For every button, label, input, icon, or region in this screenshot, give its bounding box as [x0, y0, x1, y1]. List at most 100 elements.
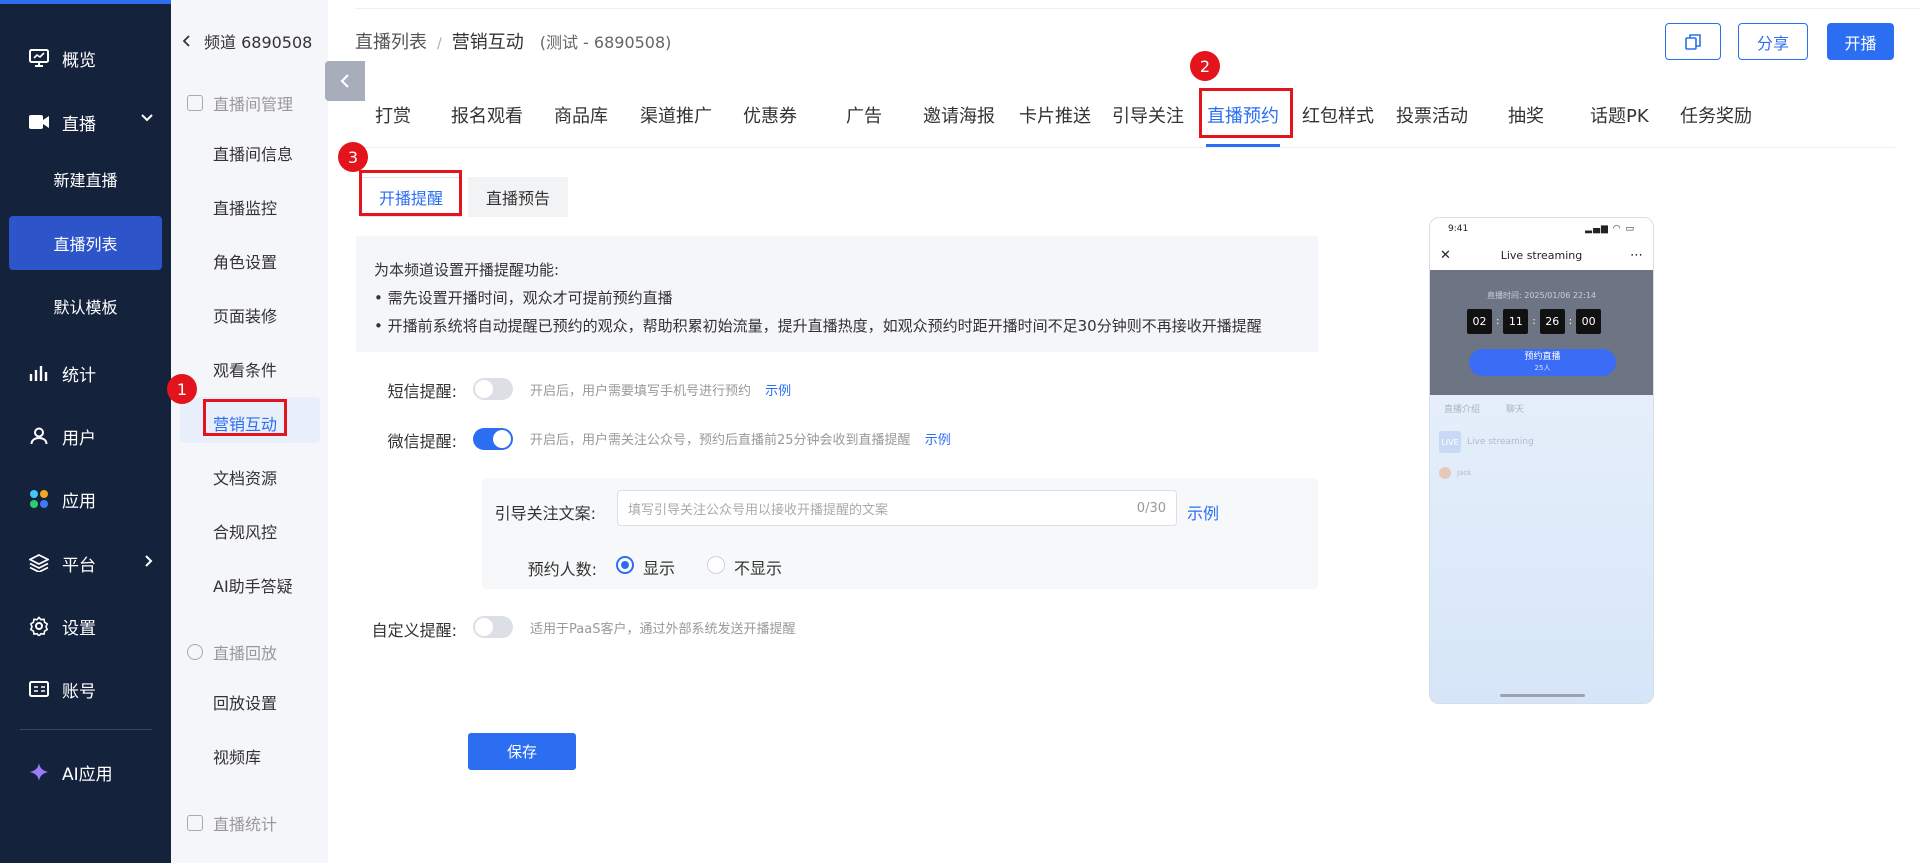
side-item-room-info[interactable]: 直播间信息: [213, 141, 293, 165]
nav-item-live[interactable]: 直播: [0, 95, 171, 149]
nav-divider: [20, 729, 152, 730]
nav-label: 应用: [62, 491, 96, 512]
nav-item-platform[interactable]: 平台: [0, 536, 171, 590]
guide-example-link[interactable]: 示例: [1187, 500, 1219, 524]
tab-redpacket[interactable]: 红包样式: [1302, 102, 1374, 128]
tab-follow-guide[interactable]: 引导关注: [1112, 102, 1184, 128]
nav-sub-default-template[interactable]: 默认模板: [0, 279, 171, 333]
guide-text-label: 引导关注文案:: [494, 504, 596, 523]
wechat-reminder-hint: 开启后，用户需关注公众号，预约后直播前25分钟会收到直播提醒 示例: [530, 429, 951, 448]
tab-card-push[interactable]: 卡片推送: [1019, 102, 1091, 128]
tab-products[interactable]: 商品库: [554, 102, 608, 128]
phone-preview: 9:41 ▂▄▆ ◠ ▭ ✕ Live streaming ⋯ 直播时间: 20…: [1429, 217, 1654, 704]
highlight-box-start-reminder: [359, 170, 462, 216]
sms-reminder-toggle[interactable]: [473, 378, 513, 400]
notice-line: • 需先设置开播时间，观众才可提前预约直播: [374, 289, 673, 307]
side-item-compliance[interactable]: 合规风控: [213, 519, 277, 543]
nav-sub-new-live[interactable]: 新建直播: [0, 152, 171, 206]
tab-signup[interactable]: 报名观看: [451, 102, 523, 128]
show-count-label[interactable]: 显示: [643, 555, 675, 579]
tab-task-reward[interactable]: 任务奖励: [1680, 102, 1752, 128]
tab-vote[interactable]: 投票活动: [1396, 102, 1468, 128]
side-item-replay-settings[interactable]: 回放设置: [213, 690, 277, 714]
side-item-watch-conditions[interactable]: 观看条件: [213, 357, 277, 381]
tab-reward[interactable]: 打赏: [375, 102, 411, 128]
side-item-video-lib[interactable]: 视频库: [213, 744, 261, 768]
share-button[interactable]: 分享: [1738, 23, 1808, 60]
nav-item-settings[interactable]: 设置: [0, 599, 171, 653]
subtab-live-preview[interactable]: 直播预告: [468, 177, 569, 217]
tab-channel[interactable]: 渠道推广: [640, 102, 712, 128]
phone-user-row: Jack: [1439, 467, 1644, 479]
wechat-example-link[interactable]: 示例: [925, 433, 951, 448]
nav-label: 用户: [62, 428, 96, 449]
chevron-down-icon: [141, 114, 153, 122]
hide-count-label[interactable]: 不显示: [734, 555, 782, 579]
phone-user-name: Jack: [1457, 469, 1472, 477]
nav-item-account[interactable]: 账号: [0, 662, 171, 716]
countdown-colon: :: [1496, 316, 1500, 327]
nav-item-ai[interactable]: AI应用: [0, 745, 171, 799]
nav-item-stats[interactable]: 统计: [0, 346, 171, 400]
tab-poster[interactable]: 邀请海报: [923, 102, 995, 128]
char-counter: 0/30: [1136, 500, 1166, 516]
bar-chart-icon: [28, 362, 50, 384]
side-item-roles[interactable]: 角色设置: [213, 249, 277, 273]
monitor-icon: [28, 47, 50, 69]
guide-text-input[interactable]: 填写引导关注公众号用以接收开播提醒的文案 0/30: [617, 490, 1177, 526]
save-button[interactable]: 保存: [468, 733, 576, 770]
tab-ads[interactable]: 广告: [846, 102, 882, 128]
user-icon: [28, 425, 50, 447]
phone-tab-chat: 聊天: [1506, 404, 1525, 415]
phone-reserve-button: 预约直播 25人: [1469, 349, 1616, 376]
highlight-box-marketing: [203, 399, 287, 436]
hide-count-radio[interactable]: [707, 556, 725, 574]
breadcrumb-separator: /: [437, 36, 442, 52]
custom-reminder-hint: 适用于PaaS客户，通过外部系统发送开播提醒: [530, 622, 796, 637]
channel-subtitle: (测试 - 6890508): [539, 33, 672, 52]
signal-icon: ▂▄▆ ◠ ▭: [1585, 224, 1635, 234]
wechat-reminder-toggle[interactable]: [473, 428, 513, 450]
nav-sub-live-list[interactable]: 直播列表: [9, 216, 162, 270]
copy-button[interactable]: [1665, 23, 1721, 60]
custom-reminder-toggle[interactable]: [473, 616, 513, 638]
group-label: 直播间管理: [213, 95, 294, 114]
phone-home-indicator: [1500, 694, 1585, 697]
nav-label: 直播: [62, 114, 96, 135]
nav-item-users[interactable]: 用户: [0, 409, 171, 463]
countdown-seconds: 00: [1576, 309, 1602, 334]
side-item-ai-assistant[interactable]: AI助手答疑: [213, 573, 293, 597]
breadcrumb-live-list[interactable]: 直播列表: [355, 28, 427, 54]
chevron-right-icon: [145, 555, 153, 567]
start-live-button[interactable]: 开播: [1827, 23, 1894, 60]
phone-title: Live streaming: [1500, 248, 1583, 262]
show-count-radio[interactable]: [616, 556, 634, 574]
reservation-count-label: 预约人数:: [527, 560, 597, 579]
collapse-sidebar-button[interactable]: [325, 61, 365, 101]
stats-icon: [187, 815, 203, 831]
sms-example-link[interactable]: 示例: [765, 384, 791, 399]
marketing-tabs: 打赏 报名观看 商品库 渠道推广 优惠券 广告 邀请海报 卡片推送 引导关注 直…: [355, 98, 1895, 148]
nav-item-overview[interactable]: 概览: [0, 31, 171, 85]
phone-video-area: 直播时间: 2025/01/06 22:14 02 : 11 : 26 : 00…: [1430, 270, 1653, 395]
nav-label: 设置: [62, 618, 96, 639]
notice-line: • 开播前系统将自动提醒已预约的观众，帮助积累初始流量，提升直播热度，如观众预约…: [374, 317, 1262, 335]
tab-topic-pk[interactable]: 话题PK: [1590, 102, 1649, 128]
side-item-monitor[interactable]: 直播监控: [213, 195, 277, 219]
nav-item-apps[interactable]: 应用: [0, 472, 171, 526]
active-tab-indicator: [1206, 144, 1280, 147]
input-placeholder: 填写引导关注公众号用以接收开播提醒的文案: [628, 502, 889, 518]
top-border: [355, 8, 1920, 9]
countdown-colon: :: [1532, 316, 1536, 327]
breadcrumb-current: 营销互动: [451, 32, 524, 53]
channel-label: 频道 6890508: [204, 33, 313, 52]
channel-back-link[interactable]: 频道 6890508: [182, 29, 312, 53]
phone-live-name: Live streaming: [1467, 437, 1534, 447]
side-item-documents[interactable]: 文档资源: [213, 465, 277, 489]
side-item-page-decor[interactable]: 页面装修: [213, 303, 277, 327]
marker-3: 3: [338, 142, 368, 172]
group-label: 直播统计: [213, 815, 278, 834]
tab-lottery[interactable]: 抽奖: [1508, 102, 1544, 128]
nav-label: AI应用: [62, 764, 113, 785]
tab-coupon[interactable]: 优惠券: [743, 102, 797, 128]
